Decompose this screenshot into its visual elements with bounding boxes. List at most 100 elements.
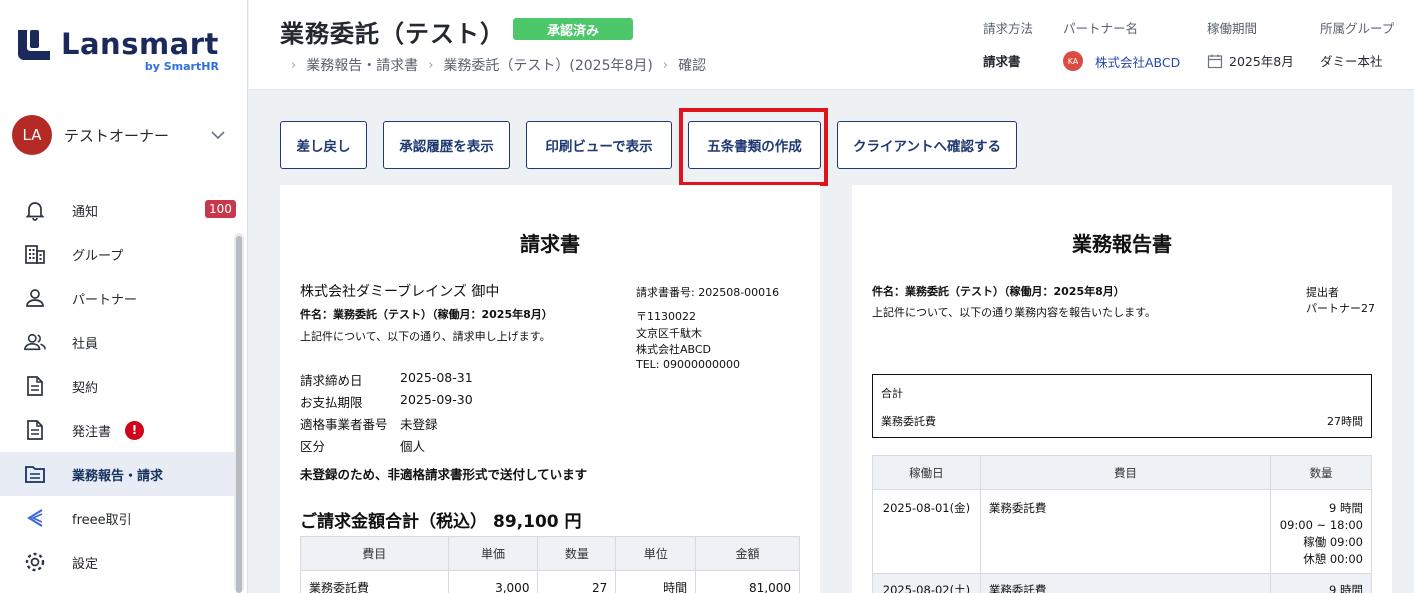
field-label: お支払期限 (300, 395, 363, 410)
sidebar-nav: 通知 100 グループ パートナー 社員 契約 発注書 ! 業務報告・請求 fr… (0, 188, 236, 584)
meta-label: 所属グループ (1320, 21, 1395, 36)
submitter-name: パートナー27 (1306, 302, 1375, 315)
total-value: 89,100 円 (493, 512, 582, 532)
sidebar-item-label: freee取引 (72, 512, 132, 528)
building-icon (24, 243, 46, 265)
breadcrumb-item[interactable]: 業務委託（テスト）(2025年8月) (443, 55, 652, 75)
table-cell: 2025-08-02(土) (872, 573, 981, 593)
sidebar-item-notifications[interactable]: 通知 100 (0, 188, 236, 232)
sidebar-item-contracts[interactable]: 契約 (0, 364, 234, 408)
meta-value: 請求書 (983, 54, 1021, 69)
invoice-card: 請求書 株式会社ダミーブレインズ 御中 件名：業務委託（テスト）（稼働月：202… (280, 185, 820, 593)
meta-value: 2025年8月 (1229, 54, 1294, 69)
sidebar-item-label: 契約 (72, 380, 99, 396)
summary-value: 27時間 (1327, 415, 1363, 428)
table-cell: 3,000 (447, 570, 539, 593)
invoice-address: 文京区千駄木 (636, 327, 702, 340)
sidebar-item-label: 発注書 (72, 424, 112, 440)
meta-work-period: 稼働期間 2025年8月 (1207, 18, 1294, 70)
sidebar-item-employees[interactable]: 社員 (0, 320, 234, 364)
folder-icon (24, 463, 46, 485)
sidebar-item-label: パートナー (72, 292, 138, 308)
notification-count-badge: 100 (205, 200, 236, 218)
breadcrumb-item[interactable]: 業務報告・請求書 (306, 55, 418, 75)
meta-value-row: 2025年8月 (1207, 51, 1294, 70)
report-intro: 上記件について、以下の通り業務内容を報告いたします。 (872, 306, 1157, 319)
invoice-tel: TEL: 09000000000 (636, 358, 740, 371)
document-icon (24, 419, 46, 441)
confirm-with-client-button[interactable]: クライアントへ確認する (837, 121, 1017, 169)
bell-icon (24, 199, 46, 221)
status-badge: 承認済み (513, 18, 633, 40)
table-cell: 業務委託費 (300, 570, 449, 593)
brand-logo[interactable]: Lansmart by SmartHR (16, 28, 219, 73)
sidebar-item-partners[interactable]: パートナー (0, 276, 234, 320)
table-cell-qty: 9 時間 09:00 ~ 18:00 稼働 09:00 休憩 00:00 (1270, 489, 1372, 574)
invoice-zip: 〒1130022 (636, 310, 696, 323)
reject-button[interactable]: 差し戻し (280, 121, 367, 169)
meta-value: ダミー本社 (1320, 54, 1383, 69)
table-cell: 81,000 (695, 570, 800, 593)
sidebar-item-groups[interactable]: グループ (0, 232, 234, 276)
report-subject: 件名：業務委託（テスト）（稼働月：2025年8月） (872, 285, 1125, 298)
field-value: 2025-09-30 (400, 392, 473, 407)
sidebar-item-settings[interactable]: 設定 (0, 540, 234, 584)
meta-partner: パートナー名 KA 株式会社ABCD (1063, 18, 1180, 71)
sidebar-item-freee[interactable]: freee取引 (0, 496, 234, 540)
table-cell: 業務委託費 (979, 573, 1272, 593)
people-icon (24, 331, 46, 353)
field-value: 未登録 (400, 417, 438, 432)
field-label: 請求締め日 (300, 373, 363, 388)
meta-label: 稼働期間 (1207, 21, 1258, 36)
partner-avatar: KA (1063, 51, 1083, 71)
alert-icon: ! (125, 420, 145, 440)
meta-label: パートナー名 (1063, 21, 1139, 36)
table-cell: 9 時間 (1270, 573, 1372, 593)
column-header: 単価 (447, 536, 539, 571)
field-value: 2025-08-31 (400, 370, 473, 385)
report-title: 業務報告書 (1072, 232, 1172, 256)
invoice-company: 株式会社ABCD (636, 343, 712, 356)
column-header: 金額 (695, 536, 800, 571)
user-name: テストオーナー (64, 126, 170, 145)
table-cell: 27 (537, 570, 617, 593)
meta-group: 所属グループ ダミー本社 (1320, 18, 1394, 70)
sidebar-scrollbar-thumb[interactable] (236, 236, 242, 593)
invoice-table: 費目 単価 数量 単位 金額 業務委託費 3,000 27 時間 81,000 (300, 536, 800, 593)
freee-icon (24, 507, 46, 529)
sidebar-item-reports-invoices[interactable]: 業務報告・請求 (0, 452, 234, 496)
sidebar-item-label: グループ (72, 248, 124, 264)
qty-rest-time: 休憩 00:00 (1303, 552, 1363, 566)
table-cell: 2025-08-01(金) (872, 489, 981, 574)
partner-link[interactable]: KA 株式会社ABCD (1063, 51, 1180, 71)
approval-history-button[interactable]: 承認履歴を表示 (383, 121, 510, 169)
column-header: 数量 (1270, 455, 1372, 490)
field-label: 適格事業者番号 (300, 417, 388, 432)
sidebar-item-label: 設定 (72, 556, 99, 572)
column-header: 数量 (537, 536, 617, 571)
breadcrumb-item-current: 確認 (678, 58, 707, 74)
table-row: 2025-08-02(土) 業務委託費 9 時間 (872, 573, 1372, 593)
calendar-icon (1207, 54, 1223, 68)
meta-billing-method: 請求方法 請求書 (983, 18, 1033, 70)
invoice-subject: 件名：業務委託（テスト）（稼働月：2025年8月） (300, 308, 553, 321)
summary-box: 合計 業務委託費 27時間 (872, 374, 1372, 438)
avatar: LA (12, 115, 52, 155)
column-header: 費目 (979, 455, 1272, 490)
sidebar-item-purchase-orders[interactable]: 発注書 ! (0, 408, 234, 452)
report-card: 業務報告書 件名：業務委託（テスト）（稼働月：2025年8月） 上記件について、… (852, 185, 1392, 593)
meta-label: 請求方法 (983, 21, 1034, 36)
invoice-title: 請求書 (520, 232, 580, 256)
summary-label: 合計 (881, 387, 903, 400)
print-view-button[interactable]: 印刷ビューで表示 (526, 121, 672, 169)
invoice-note: 未登録のため、非適格請求書形式で送付しています (300, 467, 588, 482)
page-header: 業務委託（テスト） 承認済み › 業務報告・請求書 › 業務委託（テスト）(20… (249, 0, 1414, 90)
column-header: 費目 (300, 536, 449, 571)
lansmart-logo-icon (16, 28, 52, 62)
meta-value: 株式会社ABCD (1095, 54, 1181, 70)
invoice-number: 請求書番号: 202508-00016 (636, 286, 780, 299)
highlight-box (679, 108, 828, 186)
invoice-recipient: 株式会社ダミーブレインズ 御中 (300, 284, 500, 300)
user-menu[interactable]: LA テストオーナー (12, 115, 232, 155)
sidebar-item-label: 社員 (72, 336, 99, 352)
